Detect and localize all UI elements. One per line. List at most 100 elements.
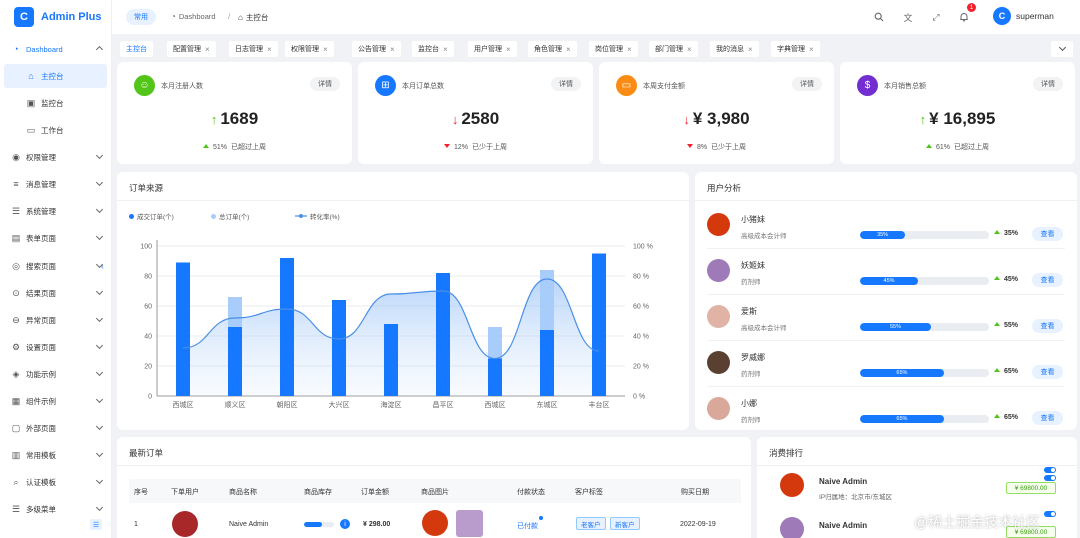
sidebar-item-13[interactable]: ◈ 功能示例 — [0, 362, 112, 386]
tab-7[interactable]: 用户管理 × — [468, 41, 517, 57]
tab-11[interactable]: 我的消息 × — [710, 41, 759, 57]
sidebar-item-1[interactable]: ◔ Dashboard — [0, 37, 112, 61]
tab-9[interactable]: 岗位管理 × — [589, 41, 638, 57]
breadcrumb-home[interactable]: ⌂ 主控台 — [238, 12, 268, 23]
customer-tag[interactable]: 新客户 — [610, 517, 640, 530]
sidebar-item-7[interactable]: ☰ 系统管理 — [0, 199, 112, 223]
close-icon[interactable]: × — [809, 45, 814, 54]
stat-value: 2580 — [461, 109, 500, 128]
bar-deal[interactable] — [488, 358, 502, 397]
close-icon[interactable]: × — [205, 45, 210, 54]
view-button[interactable]: 查看 — [1032, 273, 1063, 287]
bar-deal[interactable] — [592, 253, 606, 397]
search-icon[interactable] — [873, 11, 885, 23]
component-icon: ▦ — [11, 395, 21, 406]
view-button[interactable]: 查看 — [1032, 319, 1063, 333]
menu-collapse-icon[interactable]: ☰ — [90, 519, 102, 530]
sidebar-item-9[interactable]: ◎ 搜索页面 — [0, 254, 112, 278]
sidebar-item-12[interactable]: ⚙ 设置页面 — [0, 335, 112, 359]
tab-1[interactable]: 主控台 — [120, 41, 153, 57]
close-icon[interactable]: × — [267, 45, 272, 54]
sidebar-item-17[interactable]: ⌕ 认证模板 — [0, 470, 112, 494]
tab-3[interactable]: 日志管理 × — [229, 41, 278, 57]
chevron-icon — [95, 232, 104, 241]
detail-button[interactable]: 详情 — [1033, 77, 1063, 91]
sidebar-item-18[interactable]: ☰ 多级菜单 — [0, 497, 112, 521]
customer-tag[interactable]: 老客户 — [576, 517, 606, 530]
tab-label: 岗位管理 — [595, 46, 623, 53]
tab-4[interactable]: 权限管理 × — [285, 41, 334, 57]
chevron-icon — [95, 45, 104, 54]
detail-button[interactable]: 详情 — [792, 77, 822, 91]
close-icon[interactable]: × — [687, 45, 692, 54]
view-button[interactable]: 查看 — [1032, 365, 1063, 379]
user-role: 高级成本会计师 — [741, 233, 787, 240]
bar-deal[interactable] — [540, 330, 554, 396]
sidebar-item-15[interactable]: ▢ 外部页面 — [0, 416, 112, 440]
info-icon[interactable]: i — [340, 519, 350, 529]
toggle-switch[interactable] — [1044, 467, 1056, 473]
product-image[interactable] — [456, 510, 483, 537]
product-image[interactable] — [422, 510, 448, 536]
close-icon[interactable]: × — [443, 45, 448, 54]
close-icon[interactable]: × — [323, 45, 328, 54]
column-header[interactable]: 下单用户 — [171, 487, 199, 497]
username[interactable]: superman — [1016, 11, 1054, 21]
tabs-more-button[interactable] — [1051, 41, 1073, 57]
bar-deal[interactable] — [228, 327, 242, 396]
bar-deal[interactable] — [384, 324, 398, 396]
tab-6[interactable]: 监控台 × — [412, 41, 454, 57]
user-avatar[interactable]: C — [993, 7, 1011, 25]
toggle-switch[interactable] — [1044, 475, 1056, 481]
column-header[interactable]: 序号 — [134, 487, 148, 497]
sidebar-item-5[interactable]: ◉ 权限管理 — [0, 145, 112, 169]
column-header[interactable]: 客户标签 — [575, 487, 603, 497]
sidebar-item-16[interactable]: ▥ 常用模板 — [0, 443, 112, 467]
common-tag-button[interactable]: 常用 — [126, 9, 156, 25]
bar-deal[interactable] — [332, 300, 346, 396]
page-tabs: 主控台 配置管理 × 日志管理 × 权限管理 × 公告管理 × 监控台 × 用户管理 × 角色管理 × 岗位管… — [112, 38, 1080, 58]
sidebar-item-4[interactable]: ▭ 工作台 — [0, 118, 112, 142]
sidebar-item-2[interactable]: ⌂ 主控台 — [4, 64, 107, 88]
app-logo[interactable]: C Admin Plus — [14, 7, 102, 27]
close-icon[interactable]: × — [566, 45, 571, 54]
tab-10[interactable]: 部门管理 × — [649, 41, 698, 57]
breadcrumb-dashboard[interactable]: ◔ Dashboard — [171, 12, 216, 21]
column-header[interactable]: 商品名称 — [229, 487, 257, 497]
sidebar-item-6[interactable]: ≡ 消息管理 — [0, 172, 112, 196]
close-icon[interactable]: × — [390, 45, 395, 54]
close-icon[interactable]: × — [748, 45, 753, 54]
sidebar-collapse-arrow-icon[interactable]: ‹ — [101, 262, 111, 276]
view-button[interactable]: 查看 — [1032, 411, 1063, 425]
sidebar-item-11[interactable]: ⊖ 异常页面 — [0, 308, 112, 332]
sidebar-item-8[interactable]: ▤ 表单页面 — [0, 226, 112, 250]
detail-button[interactable]: 详情 — [551, 77, 581, 91]
bell-icon[interactable] — [958, 11, 970, 23]
tab-12[interactable]: 字典管理 × — [771, 41, 820, 57]
tab-5[interactable]: 公告管理 × — [352, 41, 401, 57]
translate-icon[interactable]: 文 — [902, 11, 914, 23]
percent-wrap: 55% — [994, 322, 1018, 329]
view-button[interactable]: 查看 — [1032, 227, 1063, 241]
column-header[interactable]: 商品图片 — [421, 487, 449, 497]
column-header[interactable]: 付款状态 — [517, 487, 545, 497]
column-header[interactable]: 商品库存 — [304, 487, 332, 497]
sidebar-item-14[interactable]: ▦ 组件示例 — [0, 389, 112, 413]
stat-label: 本周支付金额 — [643, 83, 685, 90]
y-tick-left: 60 — [144, 304, 152, 311]
column-header[interactable]: 购买日期 — [681, 487, 709, 497]
sidebar-item-3[interactable]: ▣ 监控台 — [0, 91, 112, 115]
column-header[interactable]: 订单金额 — [361, 487, 389, 497]
close-icon[interactable]: × — [506, 45, 511, 54]
detail-button[interactable]: 详情 — [310, 77, 340, 91]
bar-deal[interactable] — [280, 258, 294, 396]
fullscreen-icon[interactable]: ⤢ — [930, 11, 942, 23]
close-icon[interactable]: × — [627, 45, 632, 54]
bar-deal[interactable] — [176, 262, 190, 397]
toggle-switch[interactable] — [1044, 511, 1056, 517]
tab-8[interactable]: 角色管理 × — [528, 41, 577, 57]
stat-value: ¥ 3,980 — [692, 109, 750, 128]
sidebar-item-10[interactable]: ⊙ 结果页面 — [0, 281, 112, 305]
sidebar-item-label: 外部页面 — [26, 423, 56, 433]
tab-2[interactable]: 配置管理 × — [167, 41, 216, 57]
